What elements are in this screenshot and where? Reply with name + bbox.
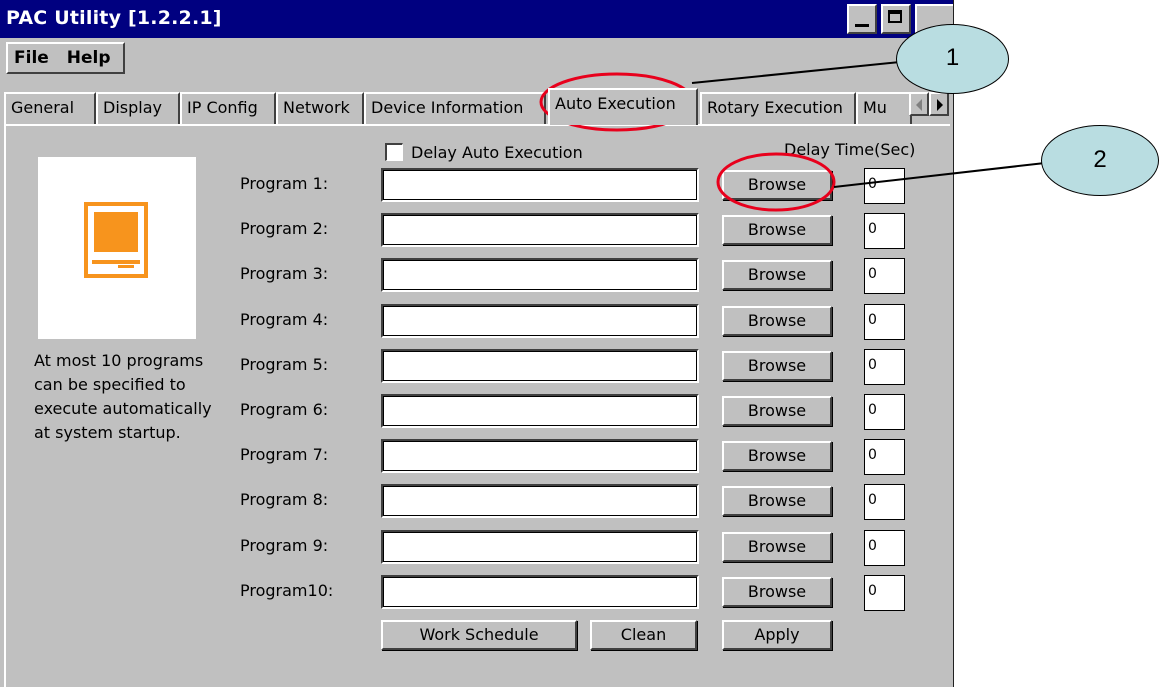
callout-line-1 [691,61,901,84]
tab-auto-execution[interactable]: Auto Execution [548,88,698,125]
callout-2: 2 [1041,125,1159,196]
callout-1: 1 [896,24,1009,94]
callout-line-2 [833,162,1046,188]
highlight-ellipse-browse [716,152,836,212]
